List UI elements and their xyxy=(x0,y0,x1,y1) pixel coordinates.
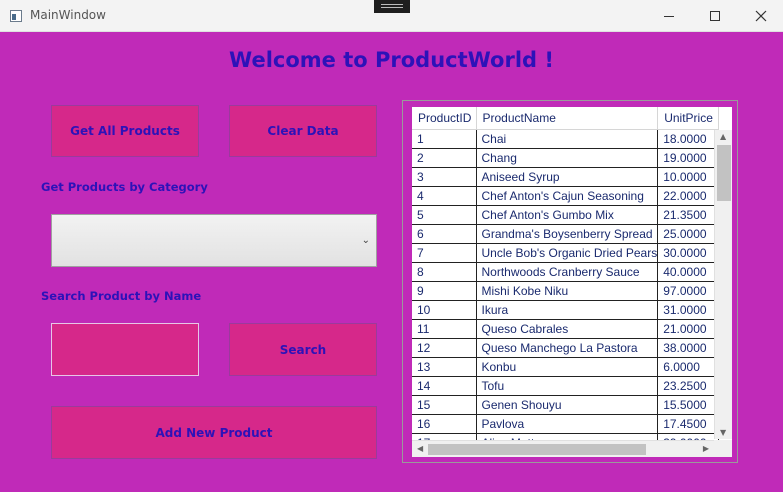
minimize-button[interactable] xyxy=(646,0,692,32)
table-cell: 97.0000 xyxy=(657,281,720,301)
search-input[interactable] xyxy=(51,323,199,376)
table-cell: 10.0000 xyxy=(657,167,720,187)
table-cell: 18.0000 xyxy=(657,129,720,149)
table-cell: 38.0000 xyxy=(657,338,720,358)
vertical-scroll-thumb[interactable] xyxy=(717,145,731,201)
table-row[interactable]: 11 Queso Cabrales 21.0000 xyxy=(412,319,720,339)
scroll-up-icon[interactable]: ▲ xyxy=(720,132,726,141)
scrollbar-corner xyxy=(714,440,732,457)
vertical-scrollbar[interactable]: ▲ ▼ xyxy=(714,130,732,439)
table-cell: Northwoods Cranberry Sauce xyxy=(476,262,659,282)
maximize-button[interactable] xyxy=(692,0,738,32)
table-cell: Pavlova xyxy=(476,414,659,434)
column-header-productname[interactable]: ProductName xyxy=(476,107,659,130)
table-row[interactable]: 16 Pavlova 17.4500 xyxy=(412,414,720,434)
scroll-left-icon[interactable]: ◀ xyxy=(417,444,423,453)
table-cell: Chef Anton's Cajun Seasoning xyxy=(476,186,659,206)
scroll-right-icon[interactable]: ▶ xyxy=(703,444,709,453)
table-cell: Chai xyxy=(476,129,659,149)
table-row[interactable]: 3 Aniseed Syrup 10.0000 xyxy=(412,167,720,187)
table-cell: 11 xyxy=(412,319,477,339)
table-cell: 14 xyxy=(412,376,477,396)
title-bar: MainWindow xyxy=(0,0,783,32)
table-cell: Tofu xyxy=(476,376,659,396)
table-cell: 16 xyxy=(412,414,477,434)
table-cell: 8 xyxy=(412,262,477,282)
table-cell: 7 xyxy=(412,243,477,263)
table-cell: 3 xyxy=(412,167,477,187)
table-cell: 22.0000 xyxy=(657,186,720,206)
table-cell: 25.0000 xyxy=(657,224,720,244)
table-row[interactable]: 5 Chef Anton's Gumbo Mix 21.3500 xyxy=(412,205,720,225)
maximize-icon xyxy=(710,11,720,21)
table-row[interactable]: 6 Grandma's Boysenberry Spread 25.0000 xyxy=(412,224,720,244)
table-row[interactable]: 15 Genen Shouyu 15.5000 xyxy=(412,395,720,415)
table-cell: 12 xyxy=(412,338,477,358)
app-icon xyxy=(10,10,22,22)
page-title: Welcome to ProductWorld ! xyxy=(229,48,554,72)
chevron-down-icon: ⌄ xyxy=(361,235,370,246)
table-cell: 21.0000 xyxy=(657,319,720,339)
table-cell: 10 xyxy=(412,300,477,320)
clear-data-button[interactable]: Clear Data xyxy=(229,105,377,157)
table-cell: Konbu xyxy=(476,357,659,377)
table-cell: Mishi Kobe Niku xyxy=(476,281,659,301)
window-title: MainWindow xyxy=(30,8,106,22)
table-cell: Queso Cabrales xyxy=(476,319,659,339)
table-cell: 4 xyxy=(412,186,477,206)
drag-grip-icon[interactable] xyxy=(374,0,410,13)
close-button[interactable] xyxy=(738,0,783,32)
table-row[interactable]: 1 Chai 18.0000 xyxy=(412,129,720,149)
table-cell: 23.2500 xyxy=(657,376,720,396)
table-cell: Aniseed Syrup xyxy=(476,167,659,187)
table-header-row: ProductID ProductName UnitPrice xyxy=(412,107,720,130)
close-icon xyxy=(755,10,767,22)
table-cell: 6 xyxy=(412,224,477,244)
table-row[interactable]: 7 Uncle Bob's Organic Dried Pears 30.0000 xyxy=(412,243,720,263)
table-cell: 30.0000 xyxy=(657,243,720,263)
search-button[interactable]: Search xyxy=(229,323,377,376)
table-row[interactable]: 13 Konbu 6.0000 xyxy=(412,357,720,377)
table-cell: Queso Manchego La Pastora xyxy=(476,338,659,358)
table-cell: 21.3500 xyxy=(657,205,720,225)
table-cell: 9 xyxy=(412,281,477,301)
table-cell: Genen Shouyu xyxy=(476,395,659,415)
horizontal-scroll-thumb[interactable] xyxy=(428,444,646,455)
table-cell: Grandma's Boysenberry Spread xyxy=(476,224,659,244)
products-data-grid[interactable]: ProductID ProductName UnitPrice 1 Chai 18.… xyxy=(412,107,732,457)
products-table: ProductID ProductName UnitPrice 1 Chai 18.… xyxy=(412,107,720,453)
table-cell: Chang xyxy=(476,148,659,168)
get-all-products-button[interactable]: Get All Products xyxy=(51,105,199,157)
horizontal-scrollbar[interactable]: ◀ ▶ xyxy=(412,440,714,457)
table-row[interactable]: 2 Chang 19.0000 xyxy=(412,148,720,168)
table-cell: 15.5000 xyxy=(657,395,720,415)
table-cell: Chef Anton's Gumbo Mix xyxy=(476,205,659,225)
minimize-icon xyxy=(664,15,674,17)
table-cell: 2 xyxy=(412,148,477,168)
table-cell: 19.0000 xyxy=(657,148,720,168)
table-row[interactable]: 12 Queso Manchego La Pastora 38.0000 xyxy=(412,338,720,358)
category-dropdown[interactable]: ⌄ xyxy=(51,214,377,267)
table-row[interactable]: 9 Mishi Kobe Niku 97.0000 xyxy=(412,281,720,301)
table-cell: 1 xyxy=(412,129,477,149)
column-header-unitprice[interactable]: UnitPrice xyxy=(657,107,720,130)
table-row[interactable]: 8 Northwoods Cranberry Sauce 40.0000 xyxy=(412,262,720,282)
search-name-label: Search Product by Name xyxy=(41,289,202,303)
table-cell: 40.0000 xyxy=(657,262,720,282)
add-new-product-button[interactable]: Add New Product xyxy=(51,406,377,459)
table-cell: 5 xyxy=(412,205,477,225)
scroll-down-icon[interactable]: ▼ xyxy=(720,428,726,437)
category-label: Get Products by Category xyxy=(41,180,208,194)
table-row[interactable]: 14 Tofu 23.2500 xyxy=(412,376,720,396)
table-cell: Ikura xyxy=(476,300,659,320)
table-cell: 17.4500 xyxy=(657,414,720,434)
table-cell: Uncle Bob's Organic Dried Pears xyxy=(476,243,659,263)
table-cell: 13 xyxy=(412,357,477,377)
column-header-productid[interactable]: ProductID xyxy=(412,107,477,130)
table-row[interactable]: 10 Ikura 31.0000 xyxy=(412,300,720,320)
table-row[interactable]: 4 Chef Anton's Cajun Seasoning 22.0000 xyxy=(412,186,720,206)
table-cell: 6.0000 xyxy=(657,357,720,377)
table-cell: 31.0000 xyxy=(657,300,720,320)
table-cell: 15 xyxy=(412,395,477,415)
